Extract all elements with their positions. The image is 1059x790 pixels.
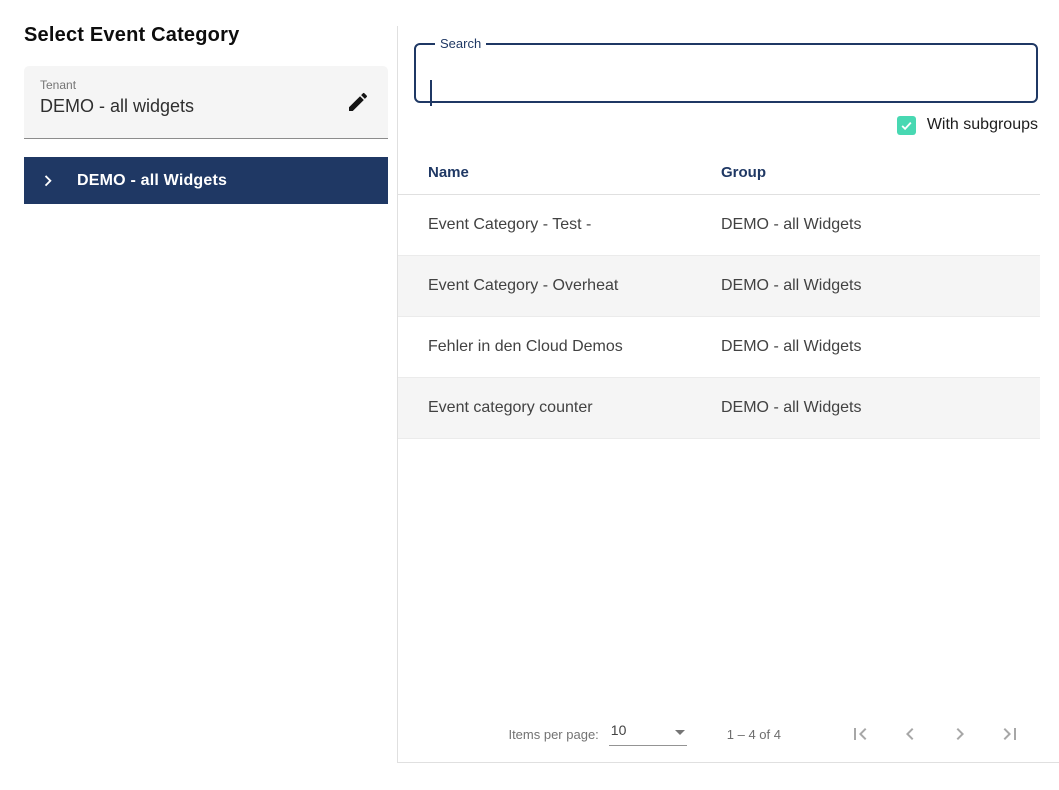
tenant-field-label: Tenant	[40, 78, 77, 92]
cell-group: DEMO - all Widgets	[721, 277, 862, 294]
search-input[interactable]	[428, 77, 1018, 107]
group-tree-item-label: DEMO - all Widgets	[77, 171, 228, 189]
column-header-name: Name	[428, 163, 469, 181]
group-tree-item-selected[interactable]: DEMO - all Widgets	[24, 157, 388, 204]
page-title: Select Event Category	[24, 24, 240, 46]
tenant-field-value: DEMO - all widgets	[40, 96, 195, 116]
column-header-group: Group	[721, 163, 766, 181]
table-row[interactable]: Event Category - Overheat DEMO - all Wid…	[398, 256, 1040, 317]
search-field-outline: Search	[414, 36, 1038, 107]
page-size-select[interactable]: 10	[608, 722, 687, 746]
with-subgroups-label: With subgroups	[926, 116, 1038, 133]
first-page-icon	[854, 728, 867, 740]
chevron-right-icon	[44, 174, 52, 186]
paginator: Items per page: 10 1 – 4 of 4	[508, 712, 1035, 756]
last-page-button[interactable]	[985, 714, 1035, 754]
pencil-icon	[349, 92, 368, 111]
cell-name: Event Category - Test -	[428, 216, 592, 233]
cell-name: Fehler in den Cloud Demos	[428, 338, 623, 355]
cell-group: DEMO - all Widgets	[721, 338, 862, 355]
cell-name: Event category counter	[428, 399, 593, 416]
table-row[interactable]: Event Category - Test - DEMO - all Widge…	[398, 195, 1040, 256]
next-page-button[interactable]	[935, 714, 985, 754]
event-category-table: Name Group Event Category - Test - DEMO …	[398, 150, 1040, 439]
first-page-button[interactable]	[835, 714, 885, 754]
checkbox-checked-icon	[896, 115, 916, 135]
page-size-value: 10	[610, 722, 627, 738]
last-page-icon	[1003, 728, 1016, 740]
search-field-label: Search	[440, 36, 482, 51]
previous-page-icon	[906, 728, 914, 740]
table-row[interactable]: Event category counter DEMO - all Widget…	[398, 378, 1040, 439]
tenant-field: Tenant DEMO - all widgets	[24, 66, 388, 139]
table-row[interactable]: Fehler in den Cloud Demos DEMO - all Wid…	[398, 317, 1040, 378]
previous-page-button[interactable]	[885, 714, 935, 754]
with-subgroups-checkbox[interactable]: With subgroups	[896, 113, 1038, 137]
next-page-icon	[956, 728, 964, 740]
table-header-row: Name Group	[398, 150, 1040, 195]
select-event-category-dialog: Select Event Category Tenant DEMO - all …	[0, 0, 1059, 790]
edit-tenant-button[interactable]	[342, 86, 374, 118]
items-per-page-label: Items per page:	[508, 726, 599, 742]
category-list-panel: Search With subgroups Name Group Event C…	[397, 26, 1059, 763]
dropdown-arrow-icon	[674, 730, 685, 735]
cell-group: DEMO - all Widgets	[721, 216, 862, 233]
cell-name: Event Category - Overheat	[428, 277, 619, 294]
cell-group: DEMO - all Widgets	[721, 399, 862, 416]
paginator-range-label: 1 – 4 of 4	[726, 726, 781, 742]
